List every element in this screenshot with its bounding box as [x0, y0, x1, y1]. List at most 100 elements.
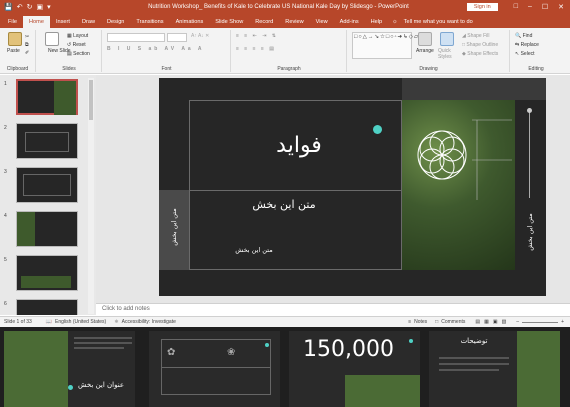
ribbon-display-icon[interactable]: □	[514, 3, 518, 11]
shape-outline-button[interactable]: □ Shape Outline	[462, 42, 498, 48]
font-size-select[interactable]	[167, 33, 187, 42]
redo-icon[interactable]: ↻	[27, 4, 33, 11]
tab-add-ins[interactable]: Add-ins	[334, 16, 365, 28]
tab-draw[interactable]: Draw	[76, 16, 101, 28]
kale-photo	[54, 81, 76, 115]
lightbulb-icon: ☼	[392, 19, 398, 25]
tab-help[interactable]: Help	[365, 16, 389, 28]
slide-side-text-right[interactable]: متن این بخش	[526, 197, 534, 267]
thumbnail-item[interactable]: 6	[4, 299, 94, 315]
comments-button[interactable]: Comments	[441, 319, 465, 325]
thumbnail-slide-3[interactable]	[16, 167, 78, 203]
shapes-gallery[interactable]: □○△→↘☆□○◦➔↳◇▱	[352, 32, 418, 59]
thumbnail-slide-4[interactable]	[16, 211, 78, 247]
preview-slide-b[interactable]: ✿ ❀	[149, 331, 280, 407]
text-line	[74, 347, 124, 349]
tab-review[interactable]: Review	[279, 16, 309, 28]
tell-me-search[interactable]: Tell me what you want to do	[404, 16, 473, 28]
notes-pane[interactable]: Click to add notes	[96, 303, 570, 315]
customize-qat-icon[interactable]: ▾	[47, 4, 51, 11]
replace-button[interactable]: ⇆ Replace	[515, 42, 539, 48]
thumbnail-slide-1[interactable]	[16, 79, 78, 115]
comments-icon[interactable]: □	[435, 319, 438, 325]
tab-design[interactable]: Design	[101, 16, 130, 28]
tab-view[interactable]: View	[310, 16, 334, 28]
minimize-icon[interactable]: –	[528, 3, 532, 11]
quick-styles-icon[interactable]	[440, 32, 454, 46]
thumb-table	[25, 132, 69, 152]
font-format-buttons[interactable]: B I U S ab AV Aa A	[107, 46, 205, 52]
notes-icon[interactable]: ≡	[408, 319, 411, 325]
slide-preview-strip: عنوان این بخش ✿ ❀ 150,000 توضیحات	[0, 327, 570, 407]
align-buttons[interactable]: ≡ ≡ ≡ ≡ ▤	[236, 46, 276, 52]
sign-in-button[interactable]: Sign in	[466, 3, 498, 11]
tab-insert[interactable]: Insert	[50, 16, 76, 28]
slide-subtitle[interactable]: متن این بخش	[229, 198, 339, 211]
preview-slide-d[interactable]: توضیحات	[429, 331, 560, 407]
find-button[interactable]: 🔍 Find	[515, 33, 532, 39]
reset-button[interactable]: ↺ Reset	[67, 42, 86, 48]
shape-fill-button[interactable]: ◢ Shape Fill	[462, 33, 489, 39]
language-status[interactable]: English (United States)	[55, 319, 106, 325]
shape-effects-button[interactable]: ◆ Shape Effects	[462, 51, 498, 57]
zoom-out-icon[interactable]: –	[516, 319, 519, 325]
status-bar: Slide 1 of 33 📖 English (United States) …	[0, 316, 570, 327]
thumbnail-slide-2[interactable]	[16, 123, 78, 159]
editing-group: 🔍 Find ⇆ Replace ↖ Select Editing	[511, 30, 561, 72]
list-buttons[interactable]: ≡ ≡ ⇤ ⇥ ⇅	[236, 33, 278, 39]
slide-title[interactable]: فواید	[239, 133, 359, 158]
copy-icon[interactable]: ⧉	[25, 42, 29, 48]
close-icon[interactable]: ✕	[558, 3, 564, 11]
arrange-icon[interactable]	[418, 32, 432, 46]
maximize-icon[interactable]: ☐	[542, 3, 548, 11]
accessibility-icon[interactable]: ⚛	[114, 319, 118, 325]
section-button[interactable]: ▤ Section	[67, 51, 90, 57]
slideshow-start-icon[interactable]: ▣	[36, 4, 43, 11]
thumbnail-item[interactable]: 2	[4, 123, 94, 163]
thumbnail-item[interactable]: 5	[4, 255, 94, 295]
tab-file[interactable]: File	[2, 16, 23, 28]
thumbnail-item[interactable]: 1	[4, 79, 94, 119]
editing-label: Editing	[528, 66, 544, 72]
thumbnail-slide-6[interactable]	[16, 299, 78, 315]
preview-slide-c[interactable]: 150,000	[289, 331, 420, 407]
paste-icon[interactable]	[8, 32, 22, 46]
line-dot	[527, 108, 532, 113]
tab-animations[interactable]: Animations	[170, 16, 210, 28]
accessibility-status[interactable]: Accessibility: Investigate	[122, 319, 176, 325]
tab-record[interactable]: Record	[249, 16, 279, 28]
layout-button[interactable]: ▦ Layout	[67, 33, 88, 39]
cut-icon[interactable]: ✂	[25, 34, 29, 40]
preview-slide-a[interactable]: عنوان این بخش	[4, 331, 135, 407]
new-slide-icon[interactable]	[45, 32, 59, 46]
thumbnail-scrollbar-thumb[interactable]	[89, 80, 93, 120]
format-painter-icon[interactable]: ✐	[25, 50, 29, 56]
current-slide[interactable]: فواید متن این بخش متن این بخش متن این بخ…	[159, 78, 546, 296]
zoom-slider[interactable]	[522, 321, 559, 323]
quick-styles-button[interactable]: Quick Styles	[438, 48, 458, 60]
text-line	[439, 357, 509, 359]
preview-title: عنوان این بخش	[77, 381, 125, 389]
slide-side-text-left[interactable]: متن این بخش	[170, 192, 178, 262]
arrange-button[interactable]: Arrange	[416, 48, 434, 54]
thumbnail-item[interactable]: 3	[4, 167, 94, 207]
frame-divider	[161, 367, 271, 368]
tab-transitions[interactable]: Transitions	[130, 16, 169, 28]
thumbnail-slide-5[interactable]	[16, 255, 78, 291]
accent-dot	[68, 385, 73, 390]
save-icon[interactable]: 💾	[4, 4, 13, 11]
proofing-icon[interactable]: 📖	[46, 319, 52, 325]
tab-slide-show[interactable]: Slide Show	[209, 16, 249, 28]
notes-button[interactable]: Notes	[414, 319, 427, 325]
slide-body-text[interactable]: متن این بخش	[219, 246, 289, 254]
zoom-in-icon[interactable]: +	[561, 319, 564, 325]
grow-font-icon[interactable]: A↑ A↓ ✕	[191, 33, 209, 39]
select-button[interactable]: ↖ Select	[515, 51, 535, 57]
view-buttons[interactable]: ▤▦▣▧	[475, 319, 510, 325]
thumbnail-item[interactable]: 4	[4, 211, 94, 251]
undo-icon[interactable]: ↶	[17, 4, 23, 11]
tab-home[interactable]: Home	[23, 16, 50, 28]
accent-dot	[409, 339, 413, 343]
font-name-select[interactable]	[107, 33, 165, 42]
paste-button[interactable]: Paste	[7, 48, 20, 54]
